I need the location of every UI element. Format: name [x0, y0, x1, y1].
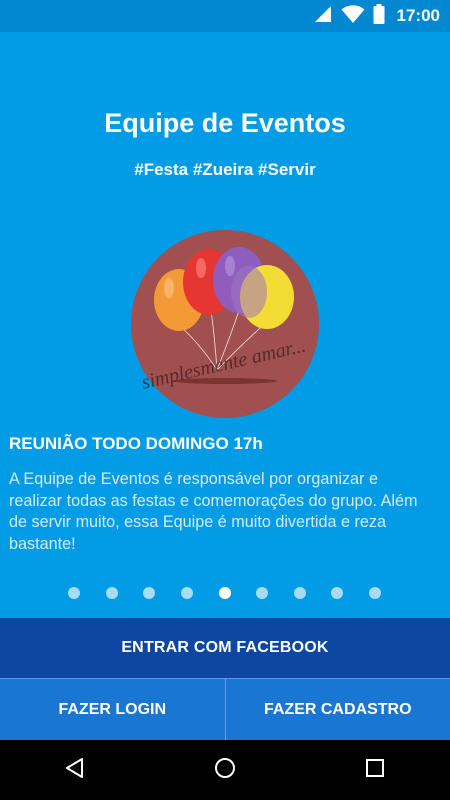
home-icon[interactable]: [213, 756, 237, 784]
meeting-info: REUNIÃO TODO DOMINGO 17h: [9, 434, 263, 453]
page-dot-9[interactable]: [369, 587, 381, 599]
page-dot-8[interactable]: [331, 587, 343, 599]
balloons-logo: simplesmente amar...: [131, 230, 319, 418]
battery-icon: [373, 4, 385, 28]
page-dot-5-active[interactable]: [219, 587, 231, 599]
pagination-dots[interactable]: [0, 587, 450, 599]
signal-icon: [313, 4, 333, 28]
page-dot-7[interactable]: [294, 587, 306, 599]
page-dot-6[interactable]: [256, 587, 268, 599]
slide-description: A Equipe de Eventos é responsável por or…: [9, 470, 418, 553]
page-dot-2[interactable]: [106, 587, 118, 599]
page-dot-3[interactable]: [143, 587, 155, 599]
login-button-label: FAZER LOGIN: [58, 701, 167, 718]
recents-icon[interactable]: [363, 756, 387, 784]
login-button[interactable]: FAZER LOGIN: [0, 679, 225, 741]
signup-button-label: FAZER CADASTRO: [263, 701, 412, 718]
wifi-icon: [341, 4, 365, 28]
facebook-login-button[interactable]: ENTRAR COM FACEBOOK: [0, 618, 450, 678]
slide-hashtags: #Festa #Zueira #Servir: [134, 160, 316, 179]
facebook-login-label: ENTRAR COM FACEBOOK: [121, 639, 329, 656]
signup-button[interactable]: FAZER CADASTRO: [226, 679, 450, 741]
auth-buttons-row: FAZER LOGIN FAZER CADASTRO: [0, 678, 450, 741]
navigation-bar: [0, 740, 450, 800]
onboarding-slide[interactable]: Equipe de Eventos #Festa #Zueira #Servir: [0, 32, 450, 618]
back-icon[interactable]: [63, 756, 87, 784]
slide-title: Equipe de Eventos: [104, 108, 346, 138]
page-dot-1[interactable]: [68, 587, 80, 599]
page-dot-4[interactable]: [181, 587, 193, 599]
status-time: 17:00: [396, 6, 440, 25]
status-bar: 17:00: [0, 0, 450, 32]
